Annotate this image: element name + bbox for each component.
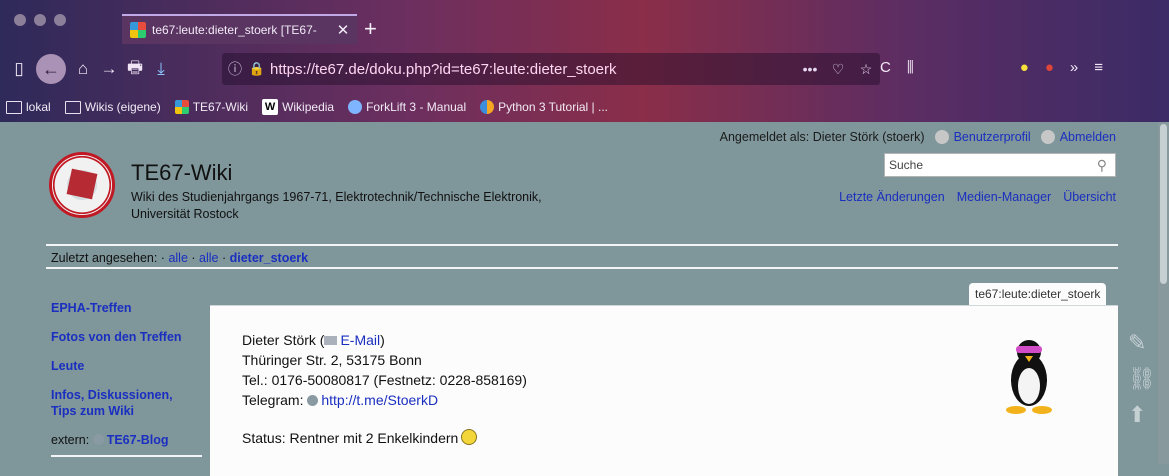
menu-icon[interactable]: ≡ — [1094, 59, 1103, 76]
bookmark-python[interactable]: Python 3 Tutorial | ... — [480, 100, 608, 114]
extension-yellow-icon[interactable]: ● — [1020, 59, 1029, 76]
toolbar-right: C ⫼ ● ● » ≡ — [880, 59, 1103, 76]
minimize-window-icon[interactable] — [34, 14, 46, 26]
forklift-icon — [348, 100, 363, 114]
breadcrumb: Zuletzt angesehen: · alle · alle · diete… — [51, 251, 309, 265]
maximize-window-icon[interactable] — [54, 14, 66, 26]
page-tools: ✎ ⛓ ⬆ — [1128, 330, 1156, 428]
back-button[interactable]: ← — [36, 54, 66, 84]
wiki-subtitle: Wiki des Studienjahrgangs 1967-71, Elekt… — [131, 190, 542, 221]
scrollbar-thumb[interactable] — [1160, 124, 1167, 284]
sidebar: EPHA-Treffen Fotos von den Treffen Leute… — [51, 300, 201, 448]
tab-title: te67:leute:dieter_stoerk [TE67- — [152, 23, 317, 37]
tab-bar: te67:leute:dieter_stoerk [TE67- ✕ + — [0, 0, 1169, 44]
logo-emblem — [66, 168, 98, 200]
url-text[interactable]: https://te67.de/doku.php?id=te67:leute:d… — [270, 61, 796, 78]
bookmark-wikipedia[interactable]: W Wikipedia — [262, 99, 334, 115]
breadcrumb-item[interactable]: alle — [199, 251, 218, 265]
telegram-link[interactable]: http://t.me/StoerkD — [321, 392, 438, 408]
browser-chrome: te67:leute:dieter_stoerk [TE67- ✕ + ▯ ← … — [0, 0, 1169, 122]
folder-icon — [6, 100, 22, 114]
download-icon[interactable]: ⤓ — [148, 59, 174, 79]
print-icon[interactable]: 🖶 — [122, 55, 148, 84]
window-controls — [14, 14, 66, 26]
contact-address: Thüringer Str. 2, 53175 Bonn — [242, 352, 422, 368]
sidebar-item-leute[interactable]: Leute — [51, 358, 201, 374]
page-id: te67:leute:dieter_stoerk — [969, 283, 1107, 305]
wiki-title[interactable]: TE67-Wiki — [131, 160, 232, 186]
tux-penguin-icon — [1006, 340, 1052, 414]
globe-icon — [92, 434, 104, 445]
close-window-icon[interactable] — [14, 14, 26, 26]
search-icon[interactable]: ⚲ — [1097, 157, 1107, 174]
search-input[interactable]: Suche ⚲ — [884, 153, 1116, 177]
bookmark-te67-wiki[interactable]: TE67-Wiki — [174, 100, 248, 114]
te67-favicon — [174, 100, 189, 114]
wiki-logo[interactable] — [49, 152, 115, 218]
scrollbar[interactable] — [1158, 122, 1169, 464]
email-link[interactable]: E-Mail — [340, 332, 380, 348]
logged-in-text: Angemeldet als: Dieter Störk (stoerk) — [719, 130, 925, 144]
sidebar-divider — [51, 455, 202, 457]
forward-icon[interactable]: → — [96, 59, 122, 79]
reload-icon[interactable]: C — [880, 59, 891, 76]
wiki-page: Angemeldet als: Dieter Störk (stoerk) Be… — [0, 122, 1158, 476]
tab-close-icon[interactable]: ✕ — [335, 21, 351, 39]
overflow-icon[interactable]: » — [1070, 59, 1078, 76]
status-text: Status: Rentner mit 2 Enkelkindern — [242, 429, 478, 446]
new-tab-button[interactable]: + — [364, 18, 377, 40]
folder-icon — [64, 100, 81, 114]
wikipedia-icon: W — [262, 99, 279, 115]
user-icon — [934, 130, 949, 144]
recent-changes-link[interactable]: Letzte Änderungen — [839, 190, 945, 204]
divider — [46, 267, 1118, 269]
tools-links: Letzte Änderungen Medien-Manager Übersic… — [839, 190, 1116, 204]
python-icon — [480, 100, 495, 114]
backlinks-icon[interactable]: ⛓ — [1128, 366, 1156, 392]
profile-link[interactable]: Benutzerprofil — [954, 130, 1031, 144]
sitemap-link[interactable]: Übersicht — [1063, 190, 1116, 204]
bookmark-forklift[interactable]: ForkLift 3 - Manual — [348, 100, 466, 114]
sidebar-toggle-icon[interactable]: ▯ — [6, 59, 32, 79]
media-manager-link[interactable]: Medien-Manager — [957, 190, 1052, 204]
url-bar[interactable]: ⓘ 🔒 https://te67.de/doku.php?id=te67:leu… — [222, 53, 880, 85]
info-icon[interactable]: ⓘ — [222, 59, 248, 79]
edit-pencil-icon[interactable]: ✎ — [1128, 330, 1156, 356]
contact-name: Dieter Störk (E-Mail) — [242, 332, 385, 348]
pocket-icon[interactable]: ♡ — [824, 61, 852, 78]
bookmark-lokal[interactable]: lokal — [6, 100, 51, 114]
home-icon[interactable]: ⌂ — [70, 59, 96, 79]
smiley-icon — [461, 429, 478, 445]
breadcrumb-current[interactable]: dieter_stoerk — [230, 251, 309, 265]
page-content — [210, 305, 1118, 476]
mail-icon — [324, 336, 338, 345]
globe-icon — [307, 395, 319, 406]
logout-icon — [1040, 130, 1055, 144]
back-to-top-icon[interactable]: ⬆ — [1128, 402, 1156, 428]
active-tab[interactable]: te67:leute:dieter_stoerk [TE67- ✕ — [122, 14, 357, 44]
extension-shield-icon[interactable]: ● — [1045, 59, 1054, 76]
blog-link[interactable]: TE67-Blog — [107, 433, 169, 447]
contact-tel: Tel.: 0176-50080817 (Festnetz: 0228-8581… — [242, 372, 527, 388]
sidebar-item-epha[interactable]: EPHA-Treffen — [51, 300, 201, 316]
bookmark-star-icon[interactable]: ☆ — [852, 61, 880, 78]
library-icon[interactable]: ⫼ — [907, 59, 914, 76]
logout-link[interactable]: Abmelden — [1060, 130, 1116, 144]
nav-bar: ▯ ← ⌂ → 🖶 ⤓ ⓘ 🔒 https://te67.de/doku.php… — [0, 44, 1169, 94]
sidebar-extern: extern: TE67-Blog — [51, 433, 169, 447]
bookmark-wikis[interactable]: Wikis (eigene) — [64, 100, 161, 114]
te67-favicon — [130, 22, 146, 38]
sidebar-item-fotos[interactable]: Fotos von den Treffen — [51, 329, 201, 345]
lock-icon: 🔒 — [248, 61, 266, 76]
breadcrumb-item[interactable]: alle — [168, 251, 187, 265]
divider — [46, 244, 1118, 246]
page-actions-icon[interactable]: ••• — [796, 61, 824, 77]
bookmarks-bar: lokal Wikis (eigene) TE67-Wiki W Wikipedi… — [0, 94, 1169, 120]
sidebar-item-infos[interactable]: Infos, Diskussionen, Tips zum Wiki — [51, 387, 201, 419]
contact-telegram: Telegram: http://t.me/StoerkD — [242, 392, 439, 408]
user-bar: Angemeldet als: Dieter Störk (stoerk) Be… — [720, 130, 1116, 144]
